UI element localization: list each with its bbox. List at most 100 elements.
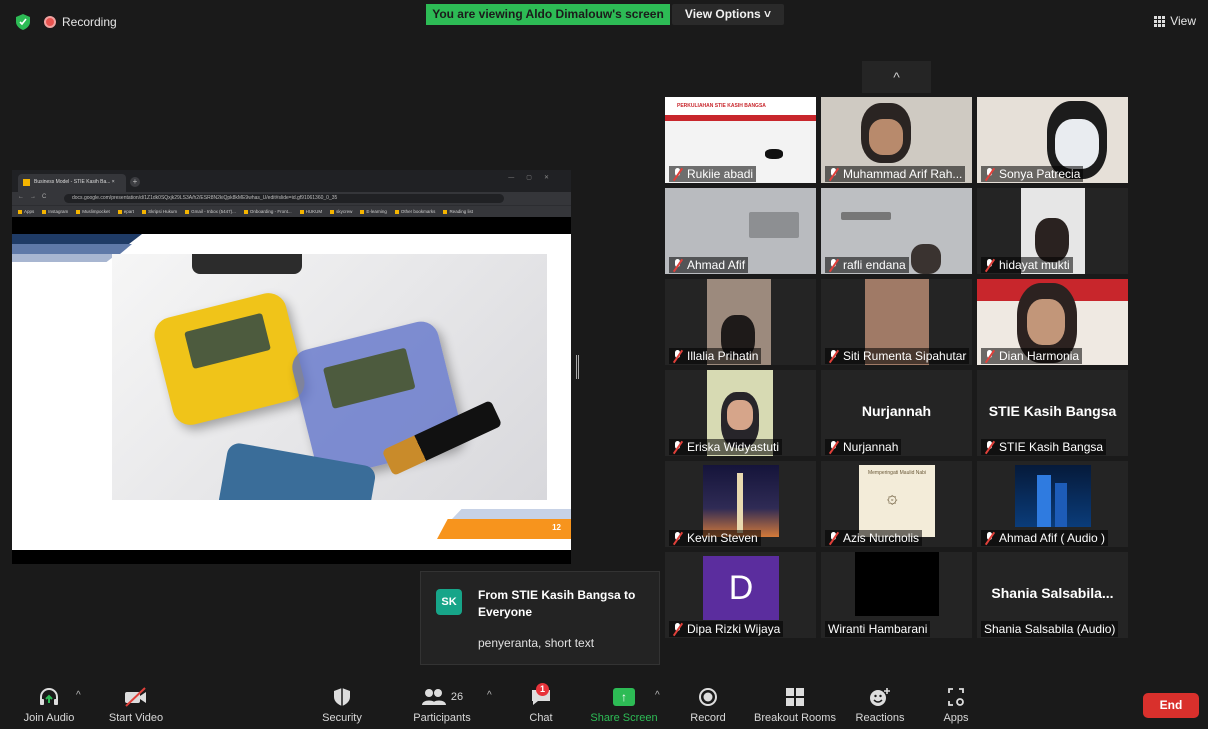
headphone-icon <box>40 688 58 705</box>
participant-tile[interactable]: STIE Kasih Bangsa STIE Kasih Bangsa <box>977 370 1128 456</box>
participants-label: Participants <box>413 712 471 724</box>
chat-button[interactable]: 1 Chat <box>522 683 560 724</box>
participant-name: STIE Kasih Bangsa <box>981 439 1107 455</box>
chat-sender-avatar: SK <box>436 589 462 615</box>
slide-photo-pagers <box>112 254 547 500</box>
participant-name: rafli endana <box>825 257 909 273</box>
audio-options-caret-icon[interactable]: ^ <box>76 690 81 701</box>
bookmark-item: HUKUM <box>300 209 323 214</box>
recording-indicator[interactable]: Recording <box>44 15 117 29</box>
share-screen-button[interactable]: ↑ Share Screen <box>588 686 660 724</box>
record-button[interactable]: Record <box>688 686 728 724</box>
muted-mic-icon <box>672 168 683 180</box>
bookmarks-bar: Apps Instagram Muslimpocket epart Skrips… <box>12 205 571 217</box>
muted-mic-icon <box>828 259 839 271</box>
participant-name: Ahmad Afif ( Audio ) <box>981 530 1109 546</box>
participants-options-caret-icon[interactable]: ^ <box>487 690 492 701</box>
chat-message: penyeranta, short text <box>478 636 595 650</box>
view-label: View <box>1170 14 1196 28</box>
video-off-icon <box>125 687 146 707</box>
participant-tile[interactable]: Dian Harmonia <box>977 279 1128 365</box>
security-button[interactable]: Security <box>316 686 368 724</box>
participant-tile[interactable]: Sonya Patrecia <box>977 97 1128 183</box>
gallery-page-up-button[interactable]: ^ <box>862 61 931 93</box>
browser-address-bar: docs.google.com/presentation/d/1Z1dk0SQx… <box>64 194 504 203</box>
browser-address-row: ←→C docs.google.com/presentation/d/1Z1dk… <box>12 192 571 205</box>
splitter-handle[interactable] <box>576 355 579 379</box>
shield-icon <box>334 688 350 706</box>
participant-name: Muhammad Arif Rah... <box>825 166 966 182</box>
muted-mic-icon <box>984 259 995 271</box>
end-meeting-button[interactable]: End <box>1143 693 1199 718</box>
muted-mic-icon <box>984 532 995 544</box>
reactions-label: Reactions <box>855 712 905 724</box>
participant-tile[interactable]: Ahmad Afif <box>665 188 816 274</box>
recording-dot-icon <box>44 16 56 28</box>
bookmark-item: Other bookmarks <box>395 209 436 214</box>
presentation-slide: 12 <box>12 234 571 550</box>
smiley-plus-icon <box>870 688 890 706</box>
reactions-button[interactable]: Reactions <box>852 686 908 724</box>
recording-label: Recording <box>62 15 117 29</box>
participant-tile[interactable]: Ahmad Afif ( Audio ) <box>977 461 1128 547</box>
participant-name: Sonya Patrecia <box>981 166 1084 182</box>
meeting-toolbar: Join Audio ^ Start Video Security 26 Par… <box>0 680 1208 729</box>
participant-tile[interactable]: Kevin Steven <box>665 461 816 547</box>
start-video-button[interactable]: Start Video <box>104 686 168 724</box>
slides-favicon-icon <box>23 179 30 186</box>
apps-icon <box>948 688 964 706</box>
share-options-caret-icon[interactable]: ^ <box>655 690 660 701</box>
muted-mic-icon <box>672 623 683 635</box>
participant-tile[interactable]: Muhammad Arif Rah... <box>821 97 972 183</box>
record-icon <box>699 688 717 706</box>
breakout-rooms-button[interactable]: Breakout Rooms <box>750 686 840 724</box>
participant-display-name: STIE Kasih Bangsa <box>988 403 1117 419</box>
participant-tile[interactable]: Eriska Widyastuti <box>665 370 816 456</box>
meeting-status: Recording <box>16 14 117 30</box>
join-audio-button[interactable]: Join Audio <box>18 686 80 724</box>
view-button[interactable]: View <box>1154 14 1196 28</box>
bookmark-item: Apps <box>18 209 34 214</box>
bookmark-item: skycrew <box>330 209 352 214</box>
participant-tile[interactable]: hidayat mukti <box>977 188 1128 274</box>
chat-unread-badge: 1 <box>536 683 549 696</box>
muted-mic-icon <box>828 350 839 362</box>
muted-mic-icon <box>828 532 839 544</box>
participant-tile[interactable]: Illalia Prihatin <box>665 279 816 365</box>
participant-tile[interactable]: Shania Salsabila... Shania Salsabila (Au… <box>977 552 1128 638</box>
new-tab-icon: + <box>130 177 140 187</box>
participant-name: Siti Rumenta Sipahutar <box>825 348 970 364</box>
participant-tile[interactable]: Memperingati Maulid Nabi ۞ Azis Nurcholi… <box>821 461 972 547</box>
tile-banner-text: PERKULIAHAN STIE KASIH BANGSA <box>677 103 766 109</box>
participants-count: 26 <box>450 691 464 703</box>
bookmark-item: Skripsi Hukum <box>142 209 177 214</box>
bookmark-item: E-learning <box>360 209 387 214</box>
participant-display-name: Nurjannah <box>861 403 932 419</box>
muted-mic-icon <box>828 168 839 180</box>
muted-mic-icon <box>828 441 839 453</box>
participant-tile[interactable]: Siti Rumenta Sipahutar <box>821 279 972 365</box>
bookmark-item: Muslimpocket <box>76 209 110 214</box>
join-audio-label: Join Audio <box>23 712 75 724</box>
participant-avatar: D <box>703 556 779 620</box>
participant-display-name: Shania Salsabila... <box>991 585 1114 601</box>
participant-tile[interactable]: D Dipa Rizki Wijaya <box>665 552 816 638</box>
participant-name: Shania Salsabila (Audio) <box>981 621 1119 637</box>
share-screen-arrow-icon: ↑ <box>613 688 635 706</box>
participant-name: Nurjannah <box>825 439 902 455</box>
participants-button[interactable]: 26 Participants <box>410 686 474 724</box>
participant-tile[interactable]: rafli endana <box>821 188 972 274</box>
participant-tile[interactable]: PERKULIAHAN STIE KASIH BANGSA Rukiie aba… <box>665 97 816 183</box>
participant-name: Wiranti Hambarani <box>825 621 931 637</box>
start-video-label: Start Video <box>108 712 164 724</box>
participant-name: Dipa Rizki Wijaya <box>669 621 784 637</box>
view-options-button[interactable]: View Options ˅ <box>672 4 784 25</box>
breakout-rooms-label: Breakout Rooms <box>754 712 836 724</box>
security-shield-icon[interactable] <box>16 14 30 30</box>
apps-button[interactable]: Apps <box>938 686 974 724</box>
breakout-rooms-icon <box>786 688 804 706</box>
participant-name: Azis Nurcholis <box>825 530 923 546</box>
participant-tile[interactable]: Nurjannah Nurjannah <box>821 370 972 456</box>
chat-notification[interactable]: SK From STIE Kasih Bangsa to Everyone pe… <box>420 571 660 665</box>
participant-tile[interactable]: Wiranti Hambarani <box>821 552 972 638</box>
